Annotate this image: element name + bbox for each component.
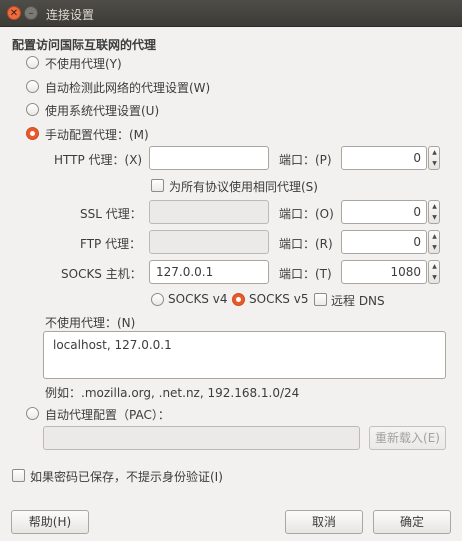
no-proxy-example: 例如：.mozilla.org, .net.nz, 192.168.1.0/24 xyxy=(45,386,300,400)
no-proxy-label: 不使用代理：(N) xyxy=(45,316,136,330)
no-prompt-auth-checkbox[interactable] xyxy=(12,469,25,482)
http-port-input[interactable]: 0 xyxy=(341,146,427,170)
socks-port-stepper[interactable]: ▲ ▼ xyxy=(428,260,440,284)
ssl-port-stepper[interactable]: ▲ ▼ xyxy=(428,200,440,224)
remote-dns-checkbox[interactable] xyxy=(314,293,327,306)
chevron-up-icon[interactable]: ▲ xyxy=(431,232,438,242)
same-proxy-label: 为所有协议使用相同代理(S) xyxy=(169,180,318,194)
ftp-proxy-label: FTP 代理： xyxy=(80,237,142,251)
ok-button[interactable]: 确定 xyxy=(373,510,451,534)
http-host-input[interactable] xyxy=(149,146,269,170)
same-proxy-checkbox[interactable] xyxy=(151,179,164,192)
http-port-stepper[interactable]: ▲ ▼ xyxy=(428,146,440,170)
chevron-down-icon[interactable]: ▼ xyxy=(431,243,438,253)
ssl-port-input[interactable]: 0 xyxy=(341,200,427,224)
radio-auto-detect[interactable] xyxy=(26,80,39,93)
ftp-port-input[interactable]: 0 xyxy=(341,230,427,254)
window-title: 连接设置 xyxy=(46,8,95,22)
no-proxy-textarea[interactable]: localhost, 127.0.0.1 xyxy=(43,331,446,379)
help-button[interactable]: 帮助(H) xyxy=(11,510,89,534)
chevron-up-icon[interactable]: ▲ xyxy=(431,202,438,212)
radio-no-proxy[interactable] xyxy=(26,56,39,69)
no-proxy-value: localhost, 127.0.0.1 xyxy=(53,338,172,352)
radio-auto-detect-label: 自动检测此网络的代理设置(W) xyxy=(45,81,211,95)
minimize-icon[interactable]: – xyxy=(24,6,38,20)
radio-system-proxy[interactable] xyxy=(26,103,39,116)
ftp-port-label: 端口：(R) xyxy=(279,237,333,251)
pac-url-input[interactable] xyxy=(43,426,360,450)
http-port-label: 端口：(P) xyxy=(279,153,332,167)
ssl-host-input[interactable] xyxy=(149,200,269,224)
chevron-down-icon[interactable]: ▼ xyxy=(431,213,438,223)
reload-button[interactable]: 重新载入(E) xyxy=(369,426,446,450)
cancel-button[interactable]: 取消 xyxy=(285,510,363,534)
title-bar: ✕ – 连接设置 xyxy=(0,0,462,27)
socks-port-label: 端口：(T) xyxy=(279,267,332,281)
http-proxy-label: HTTP 代理：(X) xyxy=(54,153,143,167)
ftp-host-input[interactable] xyxy=(149,230,269,254)
chevron-up-icon[interactable]: ▲ xyxy=(431,148,438,158)
radio-pac[interactable] xyxy=(26,407,39,420)
radio-no-proxy-label: 不使用代理(Y) xyxy=(45,57,122,71)
radio-socks-v5[interactable] xyxy=(232,293,245,306)
chevron-down-icon[interactable]: ▼ xyxy=(431,273,438,283)
no-prompt-auth-label: 如果密码已保存，不提示身份验证(I) xyxy=(30,470,223,484)
ssl-port-label: 端口：(O) xyxy=(279,207,334,221)
radio-manual-proxy-label: 手动配置代理：(M) xyxy=(45,128,149,142)
config-heading: 配置访问国际互联网的代理 xyxy=(12,38,157,52)
remote-dns-label: 远程 DNS xyxy=(331,294,385,308)
socks-port-input[interactable]: 1080 xyxy=(341,260,427,284)
close-icon[interactable]: ✕ xyxy=(7,6,21,20)
ssl-proxy-label: SSL 代理： xyxy=(80,207,142,221)
radio-socks-v4[interactable] xyxy=(151,293,164,306)
socks-host-input[interactable]: 127.0.0.1 xyxy=(149,260,269,284)
socks-host-label: SOCKS 主机： xyxy=(61,267,142,281)
radio-manual-proxy[interactable] xyxy=(26,127,39,140)
chevron-up-icon[interactable]: ▲ xyxy=(431,262,438,272)
chevron-down-icon[interactable]: ▼ xyxy=(431,159,438,169)
socks-v5-label: SOCKS v5 xyxy=(249,292,309,306)
socks-v4-label: SOCKS v4 xyxy=(168,292,228,306)
pac-label: 自动代理配置（PAC）： xyxy=(45,408,170,422)
ftp-port-stepper[interactable]: ▲ ▼ xyxy=(428,230,440,254)
radio-system-proxy-label: 使用系统代理设置(U) xyxy=(45,104,160,118)
